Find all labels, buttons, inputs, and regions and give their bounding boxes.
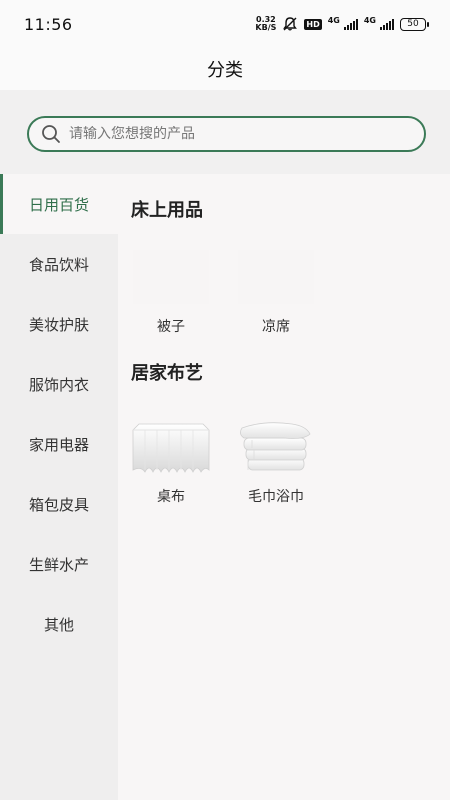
- product-name: 毛巾浴巾: [248, 489, 304, 505]
- product-tablecloth[interactable]: 桌布: [126, 414, 216, 506]
- sidebar-item-label: 其他: [43, 615, 74, 634]
- status-time: 11:56: [24, 14, 73, 34]
- sidebar-item-label: 美妆护肤: [28, 315, 89, 334]
- network-type-label: 4G: [327, 16, 340, 25]
- product-name: 凉席: [262, 319, 290, 335]
- search-box[interactable]: [27, 116, 426, 152]
- network-type-label-2: 4G: [363, 16, 376, 25]
- product-quilt[interactable]: 被子: [126, 244, 216, 336]
- product-towels[interactable]: 毛巾浴巾: [231, 414, 321, 506]
- sidebar-item-other[interactable]: 其他: [0, 594, 118, 654]
- sidebar-item-food-drinks[interactable]: 食品饮料: [0, 234, 118, 294]
- tablecloth-image: [132, 423, 210, 473]
- sidebar-item-label: 家用电器: [28, 435, 89, 454]
- sidebar-item-label: 箱包皮具: [28, 495, 89, 514]
- header: 分类: [0, 48, 450, 90]
- status-bar: 11:56 0.32 KB/S HD 4G 4G 50: [0, 0, 450, 48]
- summer-mat-image: [238, 250, 314, 304]
- section-title-home-textiles: 居家布艺: [131, 363, 203, 384]
- sidebar-item-daily-goods[interactable]: 日用百货: [0, 174, 118, 234]
- sidebar-item-label: 生鲜水产: [28, 555, 89, 574]
- section-title-bedding: 床上用品: [131, 200, 203, 221]
- sidebar-item-beauty[interactable]: 美妆护肤: [0, 294, 118, 354]
- signal-icon-2: [380, 18, 394, 30]
- sidebar-item-label: 日用百货: [28, 195, 89, 214]
- net-speed-unit: KB/S: [255, 23, 277, 32]
- bell-muted-icon: [283, 17, 298, 31]
- category-content: 床上用品 被子 凉席 居家布艺 桌布 毛巾浴巾: [118, 174, 450, 800]
- towels-image: [240, 422, 311, 471]
- sidebar-item-bags[interactable]: 箱包皮具: [0, 474, 118, 534]
- sidebar-item-label: 食品饮料: [28, 255, 89, 274]
- sidebar-item-fresh-seafood[interactable]: 生鲜水产: [0, 534, 118, 594]
- search-input[interactable]: [69, 126, 389, 142]
- search-bar-area: [0, 90, 450, 174]
- hd-badge: HD: [304, 18, 322, 30]
- product-summer-mat[interactable]: 凉席: [231, 244, 321, 336]
- page-title: 分类: [207, 60, 243, 81]
- sidebar-item-apparel[interactable]: 服饰内衣: [0, 354, 118, 414]
- quilt-image: [133, 250, 209, 304]
- product-name: 桌布: [157, 489, 185, 505]
- net-speed: 0.32 KB/S: [255, 16, 276, 32]
- signal-icon: [343, 18, 358, 30]
- category-sidebar: 日用百货 食品饮料 美妆护肤 服饰内衣 家用电器 箱包皮具 生鲜水产 其他: [0, 174, 118, 800]
- status-icons: 0.32 KB/S HD 4G 4G 50: [255, 16, 429, 32]
- search-icon: [42, 125, 60, 143]
- sidebar-item-appliances[interactable]: 家用电器: [0, 414, 118, 474]
- sidebar-item-label: 服饰内衣: [28, 375, 89, 394]
- product-name: 被子: [157, 319, 185, 335]
- battery-icon: 50: [400, 17, 429, 31]
